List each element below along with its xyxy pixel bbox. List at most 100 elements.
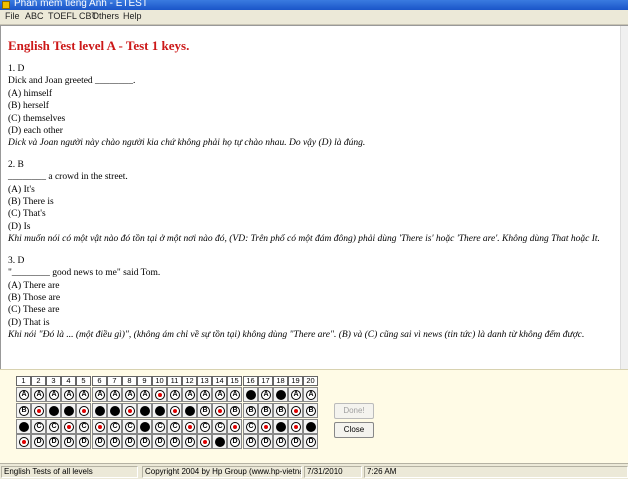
answer-bubble[interactable]: [64, 406, 74, 416]
answer-cell[interactable]: C: [243, 419, 258, 434]
answer-cell[interactable]: [273, 419, 288, 434]
answer-bubble[interactable]: D: [291, 437, 301, 447]
answer-cell[interactable]: [197, 434, 212, 449]
answer-bubble[interactable]: C: [200, 422, 210, 432]
answer-bubble[interactable]: [185, 422, 195, 432]
answer-cell[interactable]: A: [303, 387, 318, 402]
answer-bubble[interactable]: C: [34, 422, 44, 432]
answer-bubble[interactable]: A: [125, 390, 135, 400]
answer-cell[interactable]: D: [243, 434, 258, 449]
answer-cell[interactable]: [288, 403, 303, 418]
answer-cell[interactable]: B: [273, 403, 288, 418]
answer-cell[interactable]: D: [273, 434, 288, 449]
answer-cell[interactable]: C: [46, 419, 61, 434]
answer-cell[interactable]: D: [137, 434, 152, 449]
answer-bubble[interactable]: [276, 390, 286, 400]
answer-cell[interactable]: B: [258, 403, 273, 418]
answer-cell[interactable]: C: [31, 419, 46, 434]
answer-cell[interactable]: B: [303, 403, 318, 418]
answer-bubble[interactable]: [19, 422, 29, 432]
answer-bubble[interactable]: [49, 406, 59, 416]
answer-bubble[interactable]: [291, 422, 301, 432]
answer-cell[interactable]: [76, 403, 91, 418]
answer-cell[interactable]: [46, 403, 61, 418]
answer-cell[interactable]: A: [92, 387, 107, 402]
answer-cell[interactable]: D: [303, 434, 318, 449]
answer-cell[interactable]: D: [258, 434, 273, 449]
answer-cell[interactable]: A: [227, 387, 242, 402]
answer-bubble[interactable]: D: [170, 437, 180, 447]
answer-bubble[interactable]: [215, 437, 225, 447]
answer-cell[interactable]: [61, 403, 76, 418]
answer-bubble[interactable]: [170, 406, 180, 416]
answer-cell[interactable]: D: [182, 434, 197, 449]
answer-bubble[interactable]: A: [261, 390, 271, 400]
vertical-scrollbar[interactable]: [620, 26, 628, 369]
answer-bubble[interactable]: A: [215, 390, 225, 400]
answer-cell[interactable]: B: [243, 403, 258, 418]
answer-bubble[interactable]: A: [49, 390, 59, 400]
answer-bubble[interactable]: D: [306, 437, 316, 447]
answer-cell[interactable]: A: [182, 387, 197, 402]
answer-cell[interactable]: [122, 403, 137, 418]
answer-bubble[interactable]: B: [200, 406, 210, 416]
answer-bubble[interactable]: D: [110, 437, 120, 447]
answer-cell[interactable]: [182, 403, 197, 418]
answer-bubble[interactable]: B: [19, 406, 29, 416]
answer-bubble[interactable]: A: [110, 390, 120, 400]
answer-cell[interactable]: [303, 419, 318, 434]
answer-bubble[interactable]: D: [34, 437, 44, 447]
answer-bubble[interactable]: [110, 406, 120, 416]
close-button[interactable]: Close: [334, 422, 374, 438]
answer-bubble[interactable]: A: [140, 390, 150, 400]
answer-cell[interactable]: [182, 419, 197, 434]
answer-cell[interactable]: A: [122, 387, 137, 402]
answer-bubble[interactable]: [79, 406, 89, 416]
answer-cell[interactable]: C: [197, 419, 212, 434]
answer-bubble[interactable]: D: [246, 437, 256, 447]
answer-bubble[interactable]: B: [276, 406, 286, 416]
answer-bubble[interactable]: A: [170, 390, 180, 400]
answer-bubble[interactable]: [64, 422, 74, 432]
answer-bubble[interactable]: [261, 422, 271, 432]
answer-cell[interactable]: B: [197, 403, 212, 418]
answer-bubble[interactable]: [95, 422, 105, 432]
answer-cell[interactable]: D: [288, 434, 303, 449]
answer-cell[interactable]: A: [61, 387, 76, 402]
answer-cell[interactable]: A: [137, 387, 152, 402]
answer-bubble[interactable]: [200, 437, 210, 447]
answer-cell[interactable]: [258, 419, 273, 434]
answer-cell[interactable]: D: [107, 434, 122, 449]
answer-bubble[interactable]: C: [79, 422, 89, 432]
answer-cell[interactable]: [107, 403, 122, 418]
menu-toefl-cbt[interactable]: TOEFL CBT: [48, 11, 97, 21]
answer-cell[interactable]: [92, 403, 107, 418]
answer-cell[interactable]: [227, 419, 242, 434]
answer-bubble[interactable]: C: [215, 422, 225, 432]
answer-bubble[interactable]: D: [95, 437, 105, 447]
answer-cell[interactable]: A: [288, 387, 303, 402]
answer-bubble[interactable]: [215, 406, 225, 416]
answer-bubble[interactable]: A: [306, 390, 316, 400]
answer-bubble[interactable]: C: [125, 422, 135, 432]
answer-bubble[interactable]: D: [155, 437, 165, 447]
answer-bubble[interactable]: B: [306, 406, 316, 416]
answer-cell[interactable]: C: [107, 419, 122, 434]
answer-bubble[interactable]: [306, 422, 316, 432]
answer-bubble[interactable]: B: [261, 406, 271, 416]
answer-bubble[interactable]: C: [246, 422, 256, 432]
answer-bubble[interactable]: [246, 390, 256, 400]
answer-cell[interactable]: A: [258, 387, 273, 402]
answer-cell[interactable]: [137, 403, 152, 418]
answer-cell[interactable]: [167, 403, 182, 418]
answer-cell[interactable]: [31, 403, 46, 418]
answer-cell[interactable]: [137, 419, 152, 434]
answer-cell[interactable]: [61, 419, 76, 434]
answer-cell[interactable]: A: [107, 387, 122, 402]
answer-cell[interactable]: C: [76, 419, 91, 434]
answer-bubble[interactable]: [19, 437, 29, 447]
answer-bubble[interactable]: D: [49, 437, 59, 447]
answer-bubble[interactable]: [125, 406, 135, 416]
answer-bubble[interactable]: C: [155, 422, 165, 432]
answer-bubble[interactable]: A: [79, 390, 89, 400]
